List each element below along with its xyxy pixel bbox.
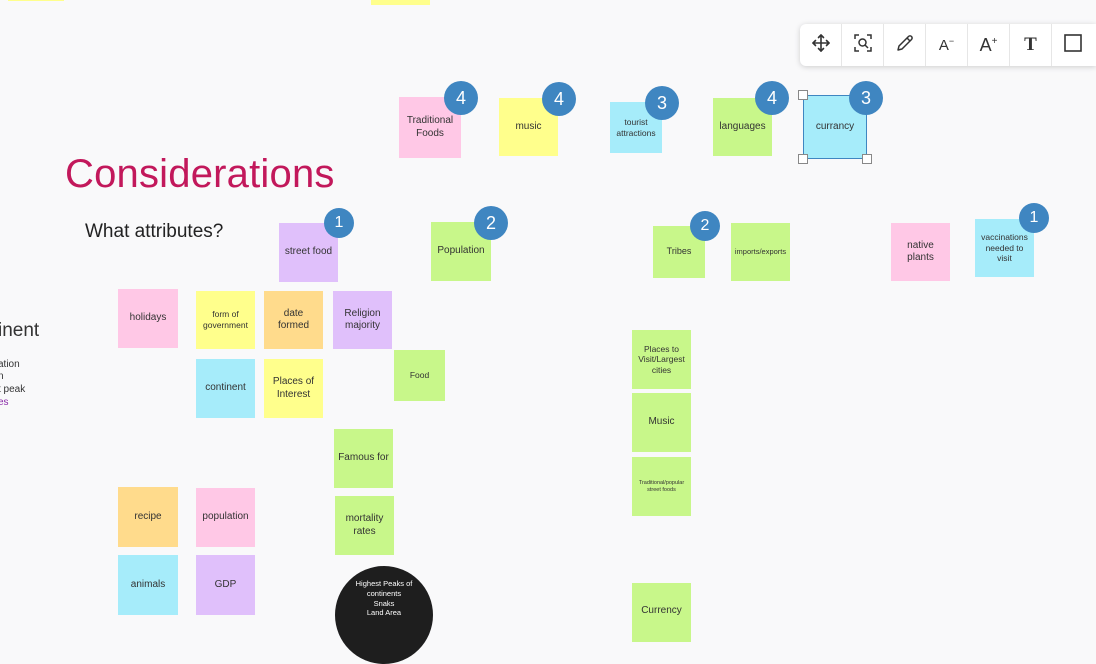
sticky-note-text: recipe [134,510,162,522]
sticky-note[interactable]: recipe [118,487,178,547]
text-format-button[interactable]: T [1010,24,1052,66]
sticky-note-text: Traditional Foods [406,115,454,139]
sticky-note-text: holidays [129,312,167,324]
sticky-note[interactable]: Food [394,350,445,401]
sticky-note[interactable]: population [196,488,255,547]
vote-count-badge: 4 [444,81,478,115]
circle-text-line: Highest Peaks of continents [355,579,413,598]
circle-text-line: Land Area [366,608,402,618]
sticky-note-text: languages [719,120,766,132]
zoom-to-fit-icon [853,33,873,58]
sticky-note-text: Religion majority [344,307,381,332]
pen-button[interactable] [884,24,926,66]
move-button[interactable] [800,24,842,66]
vote-count-badge: 4 [542,82,576,116]
decrease-font-icon: A− [938,36,955,54]
increase-font-icon: A+ [979,34,998,55]
sticky-note-text: Currency [641,605,682,616]
resize-handle[interactable] [798,154,808,164]
vote-count-badge: 4 [755,81,789,115]
shape-button[interactable] [1052,24,1094,66]
sticky-note-partial[interactable] [8,0,64,1]
sticky-note-text: GDP [214,578,237,590]
sticky-note-text: date formed [277,307,310,332]
vote-count-badge: 3 [645,86,679,120]
sticky-note[interactable]: Traditional/popular street foods [632,457,691,516]
sticky-note-text: music [515,120,542,132]
sticky-note[interactable]: continent [196,359,255,418]
sticky-note[interactable]: date formed [264,291,323,349]
sticky-note-text: form of government [203,309,248,330]
left-edge-line: ation [0,359,20,370]
left-edge-line: n [0,371,4,382]
sticky-note-text: Tribes [666,246,692,257]
text-format-icon: T [1024,34,1037,55]
decrease-font-button[interactable]: A− [926,24,968,66]
sticky-note-text: Food [409,370,430,381]
sticky-note[interactable]: Music [632,393,691,452]
sticky-note[interactable]: mortality rates [335,496,394,555]
move-icon [811,33,831,58]
sticky-note[interactable]: animals [118,555,178,615]
circle-shape[interactable]: Highest Peaks of continents Snaks Land A… [335,566,433,664]
sticky-note-text: street food [284,246,333,258]
sticky-note[interactable]: GDP [196,555,255,615]
sticky-note[interactable]: Places to Visit/Largest cities [632,330,691,389]
sticky-note-text: mortality rates [345,513,384,537]
sticky-note-text: Population [437,245,485,257]
sticky-note-text: imports/exports [734,247,787,257]
left-edge-link[interactable]: es [0,397,9,408]
sticky-note[interactable]: holidays [118,289,178,348]
sticky-note[interactable]: Famous for [334,429,393,488]
vote-count-badge: 3 [849,81,883,115]
sticky-note[interactable]: Places of Interest [264,359,323,418]
circle-text-line: Snaks [373,598,395,608]
shape-icon [1063,33,1083,58]
sticky-note[interactable]: form of government [196,291,255,349]
sticky-note-text: Famous for [338,452,389,464]
sticky-note-text: vaccinations needed to visit [981,232,1028,264]
sticky-note-text: Music [648,416,675,428]
section-subtitle: What attributes? [85,221,224,242]
sticky-note-text: continent [205,382,246,394]
vote-count-badge: 2 [474,206,508,240]
sticky-note-text: Places of Interest [272,376,315,400]
sticky-note[interactable]: native plants [891,223,950,281]
sticky-note[interactable]: imports/exports [731,223,790,281]
selection-toolbar: A− A+ T [800,24,1096,66]
sticky-note-partial[interactable] [371,0,430,5]
sticky-note-text: population [202,511,249,523]
sticky-note-text: animals [130,578,166,590]
zoom-to-fit-button[interactable] [842,24,884,66]
sticky-note-text: native plants [907,239,934,264]
resize-handle[interactable] [862,154,872,164]
left-edge-title: inent [0,320,40,341]
vote-count-badge: 1 [324,208,354,238]
sticky-note-text: Places to Visit/Largest cities [638,343,685,375]
left-edge-line: t peak [0,384,26,395]
sticky-note-text: tourist attractions [616,116,656,138]
vote-count-badge: 1 [1019,203,1049,233]
sticky-note[interactable]: Religion majority [333,291,392,349]
vote-count-badge: 2 [690,211,720,241]
pen-icon [895,33,915,58]
sticky-note-text: Traditional/popular street foods [638,479,685,493]
page-title: Considerations [65,152,335,196]
resize-handle[interactable] [798,90,808,100]
increase-font-button[interactable]: A+ [968,24,1010,66]
